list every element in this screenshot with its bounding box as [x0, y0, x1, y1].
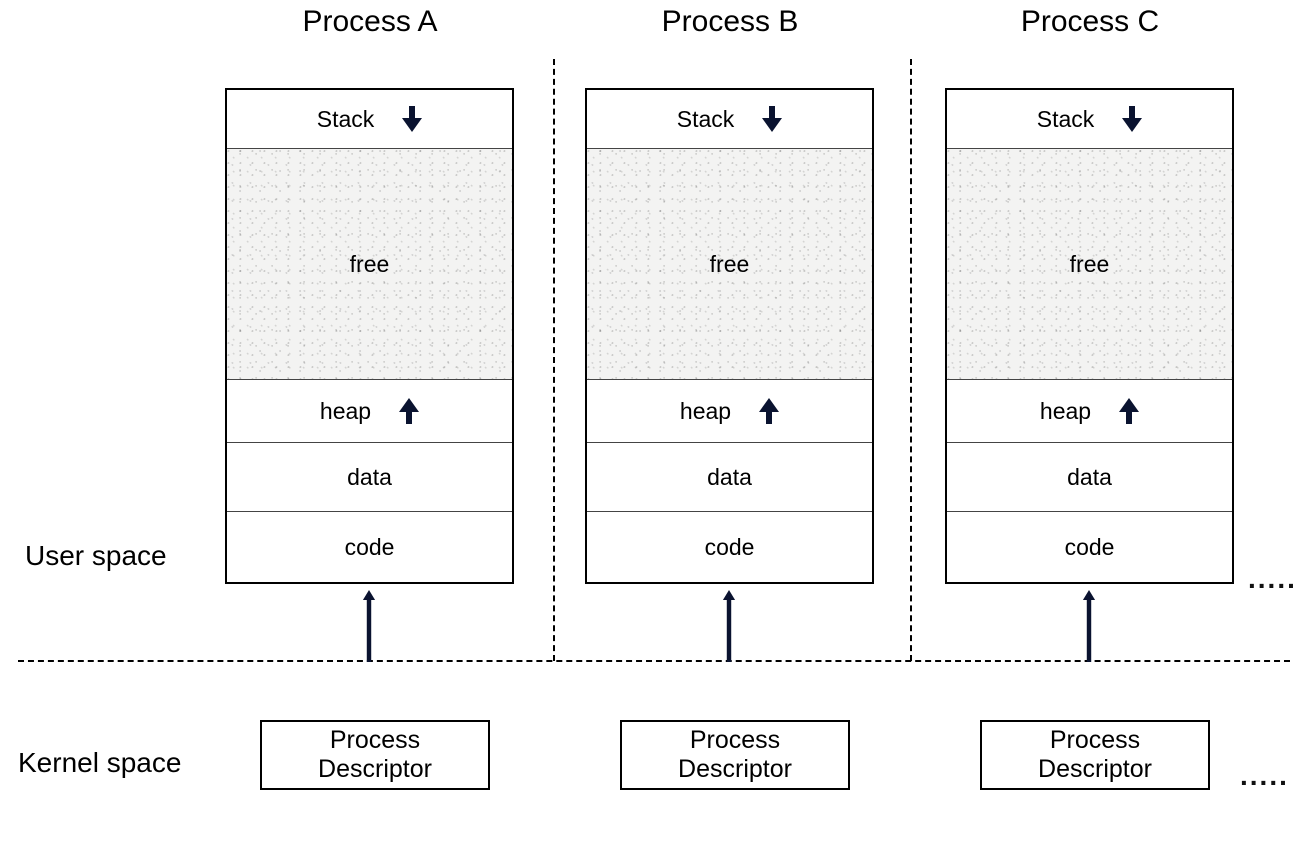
- separator-vertical-1: [553, 59, 555, 661]
- segment-code: code: [227, 512, 512, 582]
- segment-heap-label: heap: [1040, 398, 1091, 425]
- process-descriptor-b: Process Descriptor: [620, 720, 850, 790]
- segment-data-label: data: [347, 464, 392, 491]
- segment-data: data: [947, 443, 1232, 512]
- memory-layout-c: Stack free heap data code: [945, 88, 1234, 584]
- segment-heap: heap: [587, 380, 872, 443]
- label-kernel-space: Kernel space: [18, 747, 181, 779]
- pd-line2: Descriptor: [640, 755, 830, 784]
- arrow-up-icon: [759, 398, 779, 424]
- arrow-pd-a-icon: [358, 590, 380, 662]
- arrow-up-icon: [399, 398, 419, 424]
- segment-stack: Stack: [227, 90, 512, 149]
- segment-free-label: free: [1070, 251, 1110, 278]
- segment-code-label: code: [1065, 534, 1115, 561]
- segment-heap: heap: [947, 380, 1232, 443]
- arrow-pd-c-icon: [1078, 590, 1100, 662]
- segment-heap-label: heap: [320, 398, 371, 425]
- arrow-down-icon: [402, 106, 422, 132]
- pd-line2: Descriptor: [1000, 755, 1190, 784]
- pd-line1: Process: [640, 726, 830, 755]
- segment-free: free: [227, 149, 512, 380]
- ellipsis-kernel: .....: [1240, 760, 1289, 792]
- title-process-c: Process C: [1010, 5, 1170, 39]
- segment-stack: Stack: [587, 90, 872, 149]
- arrow-down-icon: [762, 106, 782, 132]
- segment-heap-label: heap: [680, 398, 731, 425]
- pd-line1: Process: [280, 726, 470, 755]
- segment-data-label: data: [707, 464, 752, 491]
- segment-stack-label: Stack: [317, 106, 375, 133]
- memory-layout-a: Stack free heap data code: [225, 88, 514, 584]
- segment-free-label: free: [710, 251, 750, 278]
- process-descriptor-a: Process Descriptor: [260, 720, 490, 790]
- segment-free-label: free: [350, 251, 390, 278]
- pd-line2: Descriptor: [280, 755, 470, 784]
- segment-data-label: data: [1067, 464, 1112, 491]
- separator-vertical-2: [910, 59, 912, 661]
- segment-data: data: [587, 443, 872, 512]
- segment-free: free: [947, 149, 1232, 380]
- arrow-down-icon: [1122, 106, 1142, 132]
- title-process-b: Process B: [650, 5, 810, 39]
- label-user-space: User space: [25, 540, 167, 572]
- segment-data: data: [227, 443, 512, 512]
- segment-free: free: [587, 149, 872, 380]
- segment-code: code: [947, 512, 1232, 582]
- title-process-a: Process A: [290, 5, 450, 39]
- ellipsis-user: .....: [1248, 563, 1297, 595]
- arrow-up-icon: [1119, 398, 1139, 424]
- process-descriptor-c: Process Descriptor: [980, 720, 1210, 790]
- segment-heap: heap: [227, 380, 512, 443]
- segment-code-label: code: [345, 534, 395, 561]
- memory-layout-b: Stack free heap data code: [585, 88, 874, 584]
- segment-stack-label: Stack: [1037, 106, 1095, 133]
- pd-line1: Process: [1000, 726, 1190, 755]
- segment-stack: Stack: [947, 90, 1232, 149]
- segment-code-label: code: [705, 534, 755, 561]
- arrow-pd-b-icon: [718, 590, 740, 662]
- segment-stack-label: Stack: [677, 106, 735, 133]
- segment-code: code: [587, 512, 872, 582]
